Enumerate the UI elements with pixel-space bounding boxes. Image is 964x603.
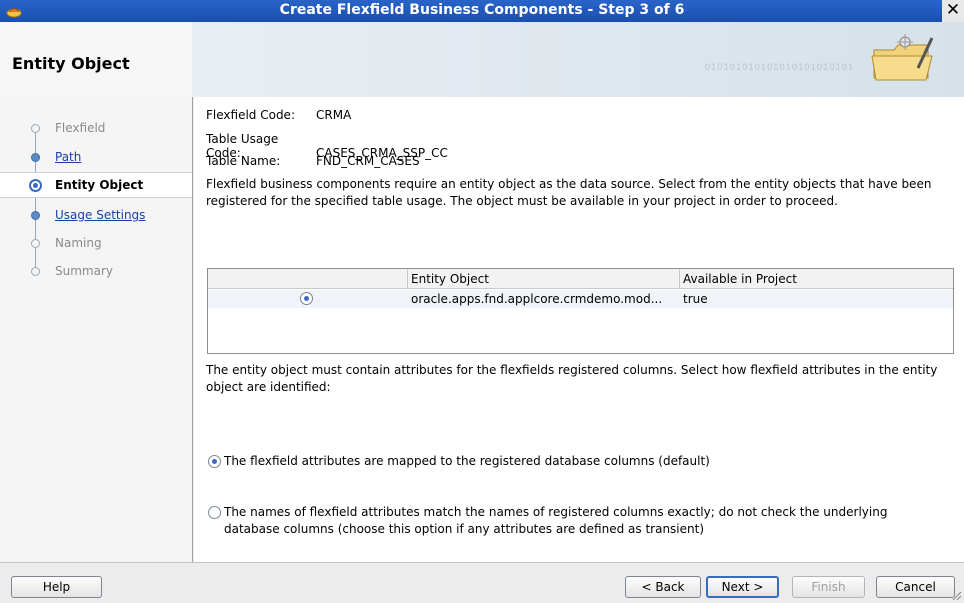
names-match-radio[interactable] xyxy=(208,506,221,519)
entity-object-cell: oracle.apps.fnd.applcore.crmdemo.mod... xyxy=(411,292,663,306)
table-name-row: Table Name: FND_CRM_CASES xyxy=(206,154,420,168)
close-icon[interactable]: ✕ xyxy=(942,0,964,22)
step-dot-icon xyxy=(31,211,40,220)
main-panel: Flexfield Code: CRMA Table Usage Code: CAS… xyxy=(194,97,964,562)
finish-button[interactable]: Finish xyxy=(792,576,865,598)
column-separator xyxy=(679,269,680,289)
step-dot-icon xyxy=(31,153,40,162)
row-select-radio[interactable] xyxy=(300,292,313,305)
title-bar: Create Flexfield Business Components - S… xyxy=(0,0,964,22)
entity-object-description: Flexfield business components require an… xyxy=(206,177,932,208)
nav-item-label: Naming xyxy=(55,236,102,250)
field-label: Flexfield Code: xyxy=(206,108,295,122)
header-banner: Entity Object 010101010101010101010101 xyxy=(0,22,964,97)
nav-item-naming: Naming xyxy=(0,231,192,257)
names-match-label[interactable]: The names of flexfield attributes match … xyxy=(224,504,944,538)
nav-item-label: Entity Object xyxy=(55,178,144,192)
column-header-entity-object: Entity Object xyxy=(411,272,489,286)
mapped-columns-label[interactable]: The flexfield attributes are mapped to t… xyxy=(224,453,944,470)
cancel-button[interactable]: Cancel xyxy=(876,576,955,598)
nav-item-label: Summary xyxy=(55,264,113,278)
window-title: Create Flexfield Business Components - S… xyxy=(279,2,685,18)
step-dot-icon xyxy=(31,267,40,276)
field-label: Table Name: xyxy=(206,154,281,168)
field-value: CRMA xyxy=(316,108,352,122)
nav-item-label: Flexfield xyxy=(55,121,106,135)
nav-item-entity-object: Entity Object xyxy=(0,172,192,198)
next-button[interactable]: Next > xyxy=(706,576,779,598)
available-cell: true xyxy=(683,292,708,306)
nav-item-path[interactable]: Path xyxy=(0,145,192,171)
nav-item-usage-settings[interactable]: Usage Settings xyxy=(0,203,192,229)
help-button[interactable]: Help xyxy=(11,576,102,598)
nav-item-flexfield: Flexfield xyxy=(0,116,192,142)
page-title: Entity Object xyxy=(0,22,192,97)
nav-item-summary: Summary xyxy=(0,259,192,285)
step-dot-icon xyxy=(31,239,40,248)
wizard-folder-icon xyxy=(871,34,934,81)
current-step-icon xyxy=(29,179,42,192)
banner-art: 010101010101010101010101 xyxy=(192,22,964,97)
nav-item-label[interactable]: Path xyxy=(55,150,81,164)
table-row[interactable]: oracle.apps.fnd.applcore.crmdemo.mod... … xyxy=(208,290,953,308)
flexfield-code-row: Flexfield Code: CRMA xyxy=(206,108,351,122)
button-bar: Help < Back Next > Finish Cancel xyxy=(0,562,964,603)
column-header-available: Available in Project xyxy=(683,272,797,286)
attribute-mapping-description: The entity object must contain attribute… xyxy=(206,363,938,394)
table-header: Entity Object Available in Project xyxy=(208,269,953,289)
field-value: FND_CRM_CASES xyxy=(316,154,420,168)
entity-object-table[interactable]: Entity Object Available in Project oracl… xyxy=(207,268,954,354)
nav-item-label[interactable]: Usage Settings xyxy=(55,208,145,222)
binary-decoration: 010101010101010101010101 xyxy=(704,63,854,73)
wizard-steps-nav: Flexfield Path Entity Object Usage Setti… xyxy=(0,97,193,562)
back-button[interactable]: < Back xyxy=(625,576,701,598)
step-dot-icon xyxy=(31,124,40,133)
resize-grip-icon[interactable] xyxy=(952,591,962,601)
mapped-columns-radio[interactable] xyxy=(208,455,221,468)
column-separator xyxy=(407,269,408,289)
